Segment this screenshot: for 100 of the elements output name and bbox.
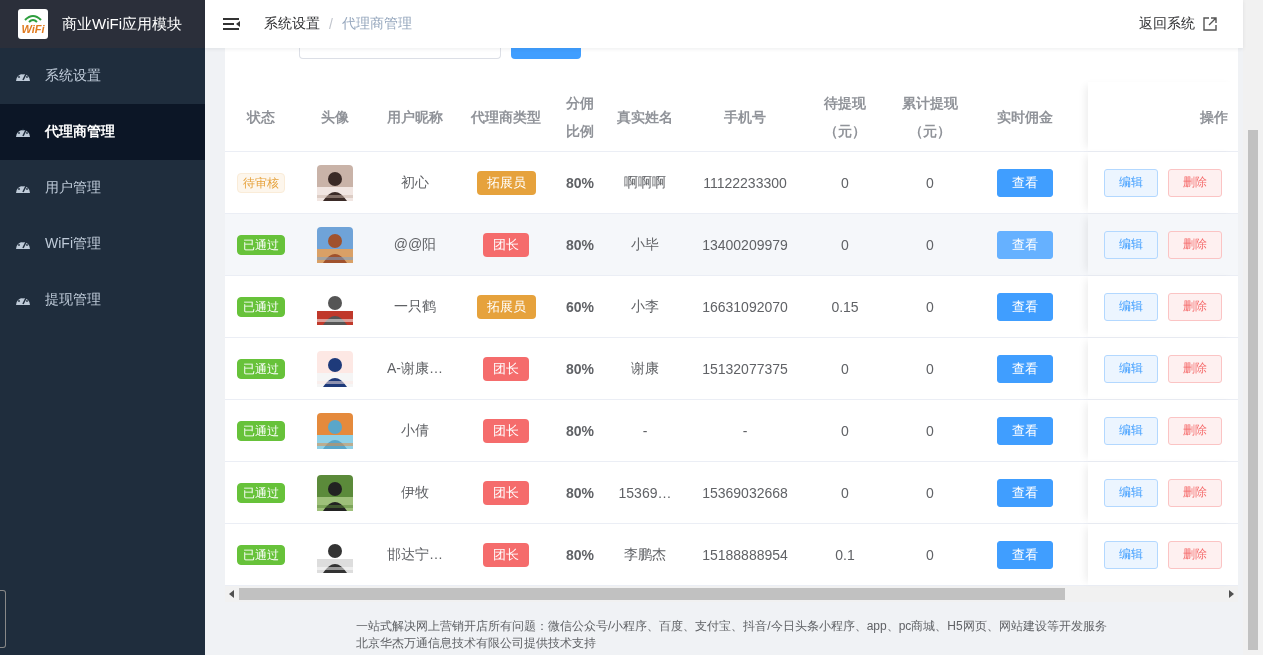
edit-button[interactable]: 编辑 (1104, 478, 1158, 507)
phone-number: 15132077375 (702, 360, 788, 377)
footer-text: 北京华杰万通信息技术有限公司提供技术支持 (356, 635, 597, 652)
delete-button[interactable]: 删除 (1168, 416, 1222, 445)
delete-button[interactable]: 删除 (1168, 168, 1222, 197)
pending-amount: 0 (841, 174, 849, 191)
edit-button[interactable]: 编辑 (1104, 292, 1158, 321)
ratio: 80% (566, 360, 594, 377)
edit-button[interactable]: 编辑 (1104, 540, 1158, 569)
table-row[interactable]: 已通过 一只鹤 拓展员 60% 小李 16631092070 0.15 0 查看 编辑 删除 (225, 276, 1238, 338)
pending-amount: 0 (841, 484, 849, 501)
delete-button[interactable]: 删除 (1168, 540, 1222, 569)
column-header: 真实姓名 (617, 107, 673, 127)
column-header: 代理商类型 (471, 107, 541, 127)
ratio: 80% (566, 422, 594, 439)
ratio: 80% (566, 174, 594, 191)
view-button[interactable]: 查看 (997, 416, 1053, 445)
view-button[interactable]: 查看 (997, 540, 1053, 569)
column-header: 操作 (1200, 107, 1228, 127)
type-tag: 团长 (483, 542, 529, 567)
nickname: 一只鹤 (394, 297, 436, 316)
table-row[interactable]: 已通过 邯达宁… 团长 80% 李鹏杰 15188888954 0.1 0 查看 编辑 删除 (225, 524, 1238, 586)
scroll-right-icon[interactable] (1228, 590, 1234, 598)
phone-number: 13400209979 (702, 236, 788, 253)
nickname: A-谢康… (387, 359, 443, 378)
real-name: 谢康 (631, 359, 659, 378)
total-amount: 0 (926, 298, 934, 315)
status-tag: 已通过 (237, 358, 285, 379)
view-button[interactable]: 查看 (997, 354, 1053, 383)
real-name: 啊啊啊 (624, 173, 666, 192)
scroll-left-icon[interactable] (229, 590, 235, 598)
status-tag: 已通过 (237, 296, 285, 317)
type-tag: 团长 (483, 480, 529, 505)
view-button[interactable]: 查看 (997, 292, 1053, 321)
ratio: 80% (566, 546, 594, 563)
menu-icon[interactable] (223, 17, 240, 31)
column-header: 用户昵称 (387, 107, 443, 127)
ratio: 80% (566, 236, 594, 253)
total-amount: 0 (926, 236, 934, 253)
column-header: 手机号 (724, 107, 766, 127)
breadcrumb-separator: / (329, 16, 333, 32)
view-button[interactable]: 查看 (997, 168, 1053, 197)
table-row[interactable]: 已通过 伊牧 团长 80% 15369… 15369032668 0 0 查看 编辑 删除 (225, 462, 1238, 524)
phone-number: - (742, 422, 748, 439)
pending-amount: 0 (841, 422, 849, 439)
edit-button[interactable]: 编辑 (1104, 416, 1158, 445)
external-link-icon[interactable] (1203, 17, 1217, 31)
total-amount: 0 (926, 360, 934, 377)
real-name: 李鹏杰 (624, 545, 666, 564)
nickname: 邯达宁… (387, 545, 443, 564)
table-row[interactable]: 待审核 初心 拓展员 80% 啊啊啊 11122233300 0 0 查看 编辑 删除 (225, 152, 1238, 214)
column-header: 头像 (321, 107, 349, 127)
wifi-icon (23, 13, 43, 24)
status-tag: 已通过 (237, 420, 285, 441)
nickname: @@阳 (393, 235, 437, 254)
column-header: 分佣比例 (566, 93, 594, 141)
vertical-scrollbar[interactable] (1243, 0, 1263, 655)
total-amount: 0 (926, 484, 934, 501)
total-amount: 0 (926, 422, 934, 439)
sidebar-item[interactable]: 代理商管理 (0, 104, 205, 160)
total-amount: 0 (926, 546, 934, 563)
sidebar-item[interactable]: 用户管理 (0, 160, 205, 216)
table-row[interactable]: 已通过 @@阳 团长 80% 小毕 13400209979 0 0 查看 编辑 删除 (225, 214, 1238, 276)
table-row[interactable]: 已通过 小倩 团长 80% - - 0 0 查看 编辑 删除 (225, 400, 1238, 462)
ratio: 60% (566, 298, 594, 315)
nickname: 伊牧 (401, 483, 429, 502)
sidebar-item[interactable]: WiFi管理 (0, 216, 205, 272)
edit-button[interactable]: 编辑 (1104, 354, 1158, 383)
type-tag: 团长 (483, 356, 529, 381)
view-button[interactable]: 查看 (997, 230, 1053, 259)
real-name: 15369… (618, 484, 672, 501)
breadcrumb-current: 代理商管理 (341, 15, 412, 33)
real-name: - (642, 422, 648, 439)
breadcrumb-link[interactable]: 系统设置 (264, 15, 320, 33)
status-tag: 已通过 (237, 544, 285, 565)
sidebar-item[interactable]: 提现管理 (0, 272, 205, 328)
edit-button[interactable]: 编辑 (1104, 168, 1158, 197)
edit-button[interactable]: 编辑 (1104, 230, 1158, 259)
delete-button[interactable]: 删除 (1168, 478, 1222, 507)
delete-button[interactable]: 删除 (1168, 292, 1222, 321)
phone-number: 16631092070 (702, 298, 788, 315)
sidebar-item[interactable]: 系统设置 (0, 48, 205, 104)
delete-button[interactable]: 删除 (1168, 230, 1222, 259)
back-link[interactable]: 返回系统 (1139, 15, 1195, 33)
view-button[interactable]: 查看 (997, 478, 1053, 507)
table-row[interactable]: 已通过 A-谢康… 团长 80% 谢康 15132077375 0 0 查看 编辑 删除 (225, 338, 1238, 400)
phone-number: 15369032668 (702, 484, 788, 501)
app-title: 商业WiFi应用模块 (62, 14, 182, 34)
horizontal-scrollbar[interactable] (225, 586, 1238, 602)
search-field[interactable] (299, 48, 501, 59)
nickname: 小倩 (401, 421, 429, 440)
phone-number: 15188888954 (702, 546, 788, 563)
nickname: 初心 (401, 173, 429, 192)
status-tag: 待审核 (237, 172, 285, 193)
delete-button[interactable]: 删除 (1168, 354, 1222, 383)
type-tag: 团长 (483, 232, 529, 257)
real-name: 小毕 (631, 235, 659, 254)
pending-amount: 0.15 (831, 298, 859, 315)
pending-amount: 0 (841, 360, 849, 377)
column-header: 实时佣金 (997, 107, 1053, 127)
